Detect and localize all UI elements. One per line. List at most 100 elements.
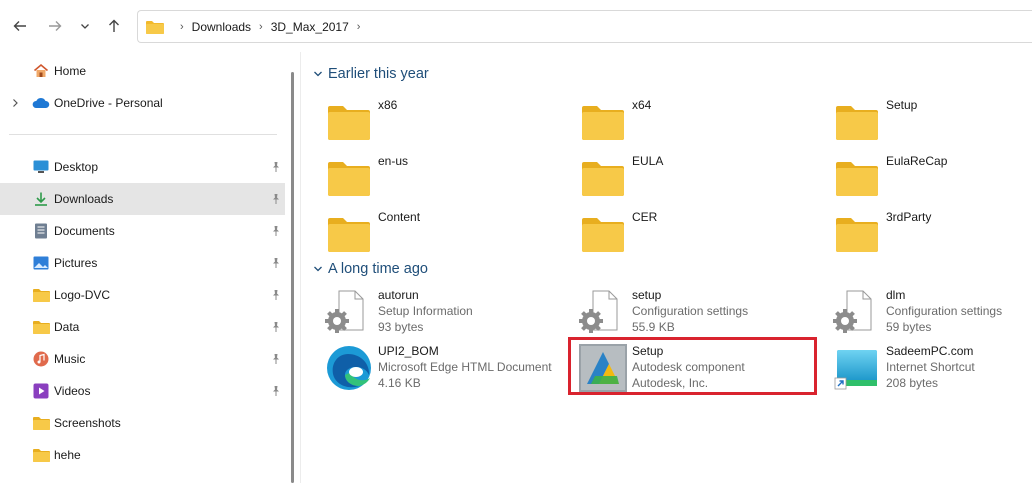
folder-icon xyxy=(579,98,627,146)
settings-file-icon xyxy=(579,288,627,336)
breadcrumb-separator[interactable]: › xyxy=(180,21,184,33)
breadcrumb-separator[interactable]: › xyxy=(357,21,361,33)
up-arrow-icon xyxy=(109,19,119,32)
file-item[interactable]: autorun Setup Information 93 bytes xyxy=(301,282,551,334)
file-item[interactable]: setup Configuration settings 55.9 KB xyxy=(555,282,805,334)
file-type: Setup Information xyxy=(378,304,473,318)
pin-icon[interactable] xyxy=(270,257,282,269)
breadcrumb-separator[interactable]: › xyxy=(259,21,263,33)
pin-icon[interactable] xyxy=(270,289,282,301)
folder-icon xyxy=(325,98,373,146)
folder-item[interactable]: x64 xyxy=(555,92,805,144)
folder-item[interactable]: x86 xyxy=(301,92,551,144)
folder-icon xyxy=(833,154,881,202)
onedrive-cloud-icon xyxy=(32,94,50,112)
sidebar-divider xyxy=(9,134,277,135)
folder-icon xyxy=(32,318,50,336)
recent-locations-button[interactable] xyxy=(73,14,97,38)
pictures-icon xyxy=(32,254,50,272)
sidebar-item-home[interactable]: Home xyxy=(0,55,285,87)
pin-icon[interactable] xyxy=(270,385,282,397)
pin-icon[interactable] xyxy=(270,353,282,365)
pin-icon[interactable] xyxy=(270,193,282,205)
file-name: SadeemPC.com xyxy=(886,344,974,358)
folder-item[interactable]: EulaReCap xyxy=(809,148,1032,200)
sidebar-item-data[interactable]: Data xyxy=(0,311,285,343)
internet-shortcut-icon xyxy=(833,344,881,392)
folder-item[interactable]: EULA xyxy=(555,148,805,200)
settings-file-icon xyxy=(325,288,373,336)
sidebar-item-hehe[interactable]: hehe xyxy=(0,439,285,471)
folder-name: Content xyxy=(378,210,421,224)
folder-name: en-us xyxy=(378,154,409,168)
sidebar-item-label: Videos xyxy=(54,384,91,398)
group-header-earlier-this-year[interactable]: Earlier this year xyxy=(313,64,429,84)
sidebar-item-label: Desktop xyxy=(54,160,99,174)
file-item[interactable]: dlm Configuration settings 59 bytes xyxy=(809,282,1032,334)
sidebar-scrollbar[interactable] xyxy=(291,72,294,483)
sidebar-item-label: OneDrive - Personal xyxy=(54,96,163,110)
folder-icon xyxy=(325,154,373,202)
music-icon xyxy=(32,350,50,368)
back-button[interactable] xyxy=(8,14,32,38)
file-detail: 4.16 KB xyxy=(378,376,421,390)
sidebar-item-label: Logo-DVC xyxy=(54,288,111,302)
folder-name: EulaReCap xyxy=(886,154,948,168)
folder-name: 3rdParty xyxy=(886,210,932,224)
sidebar-item-downloads[interactable]: Downloads xyxy=(0,183,285,215)
pin-icon[interactable] xyxy=(270,161,282,173)
chevron-right-icon[interactable] xyxy=(9,97,21,109)
sidebar-item-documents[interactable]: Documents xyxy=(0,215,285,247)
download-arrow-icon xyxy=(32,190,50,208)
folder-item[interactable]: Setup xyxy=(809,92,1032,144)
folder-name: EULA xyxy=(632,154,664,168)
file-item[interactable]: UPI2_BOM Microsoft Edge HTML Document 4.16… xyxy=(301,338,552,392)
pin-icon[interactable] xyxy=(270,321,282,333)
folder-name: CER xyxy=(632,210,658,224)
folder-item[interactable]: 3rdParty xyxy=(809,204,1032,256)
edge-icon xyxy=(325,344,373,392)
sidebar-item-label: Screenshots xyxy=(54,416,121,430)
breadcrumb-downloads[interactable]: Downloads xyxy=(192,20,251,34)
sidebar-item-onedrive[interactable]: OneDrive - Personal xyxy=(0,87,285,119)
forward-arrow-icon xyxy=(49,21,62,31)
sidebar-item-screenshots[interactable]: Screenshots xyxy=(0,407,285,439)
file-type: Microsoft Edge HTML Document xyxy=(378,360,552,374)
sidebar-item-desktop[interactable]: Desktop xyxy=(0,151,285,183)
file-item[interactable]: SadeemPC.com Internet Shortcut 208 bytes xyxy=(809,338,1032,390)
chevron-down-icon xyxy=(81,24,89,29)
file-type: Configuration settings xyxy=(632,304,749,318)
folder-icon xyxy=(579,210,627,258)
navigation-pane: Home OneDrive - Personal Desktop Download… xyxy=(0,52,288,483)
sidebar-item-label: Home xyxy=(54,64,87,78)
file-name: UPI2_BOM xyxy=(378,344,439,358)
chevron-down-icon xyxy=(314,71,322,77)
folder-item[interactable]: Content xyxy=(301,204,551,256)
home-icon xyxy=(32,62,50,80)
sidebar-item-music[interactable]: Music xyxy=(0,343,285,375)
sidebar-item-logo-dvc[interactable]: Logo-DVC xyxy=(0,279,285,311)
breadcrumb-3d-max-2017[interactable]: 3D_Max_2017 xyxy=(271,20,349,34)
settings-file-icon xyxy=(833,288,881,336)
pin-icon[interactable] xyxy=(270,225,282,237)
sidebar-item-label: Downloads xyxy=(54,192,114,206)
sidebar-item-label: hehe xyxy=(54,448,81,462)
folder-item[interactable]: CER xyxy=(555,204,805,256)
folder-name: x86 xyxy=(378,98,398,112)
group-title: Earlier this year xyxy=(328,66,429,82)
folder-icon xyxy=(32,446,50,464)
sidebar-item-label: Pictures xyxy=(54,256,98,270)
sidebar-item-label: Music xyxy=(54,352,86,366)
folder-icon xyxy=(146,20,164,34)
sidebar-item-label: Data xyxy=(54,320,80,334)
group-header-a-long-time-ago[interactable]: A long time ago xyxy=(313,259,428,279)
folder-name: Setup xyxy=(886,98,918,112)
address-bar[interactable]: › Downloads › 3D_Max_2017 › xyxy=(137,10,1032,43)
sidebar-item-videos[interactable]: Videos xyxy=(0,375,285,407)
forward-button[interactable] xyxy=(43,14,67,38)
folder-item[interactable]: en-us xyxy=(301,148,551,200)
file-name: autorun xyxy=(378,288,419,302)
file-list: Earlier this year x86 x64 Setup en-us EULA Eu… xyxy=(300,52,1032,483)
sidebar-item-pictures[interactable]: Pictures xyxy=(0,247,285,279)
up-button[interactable] xyxy=(102,14,126,38)
